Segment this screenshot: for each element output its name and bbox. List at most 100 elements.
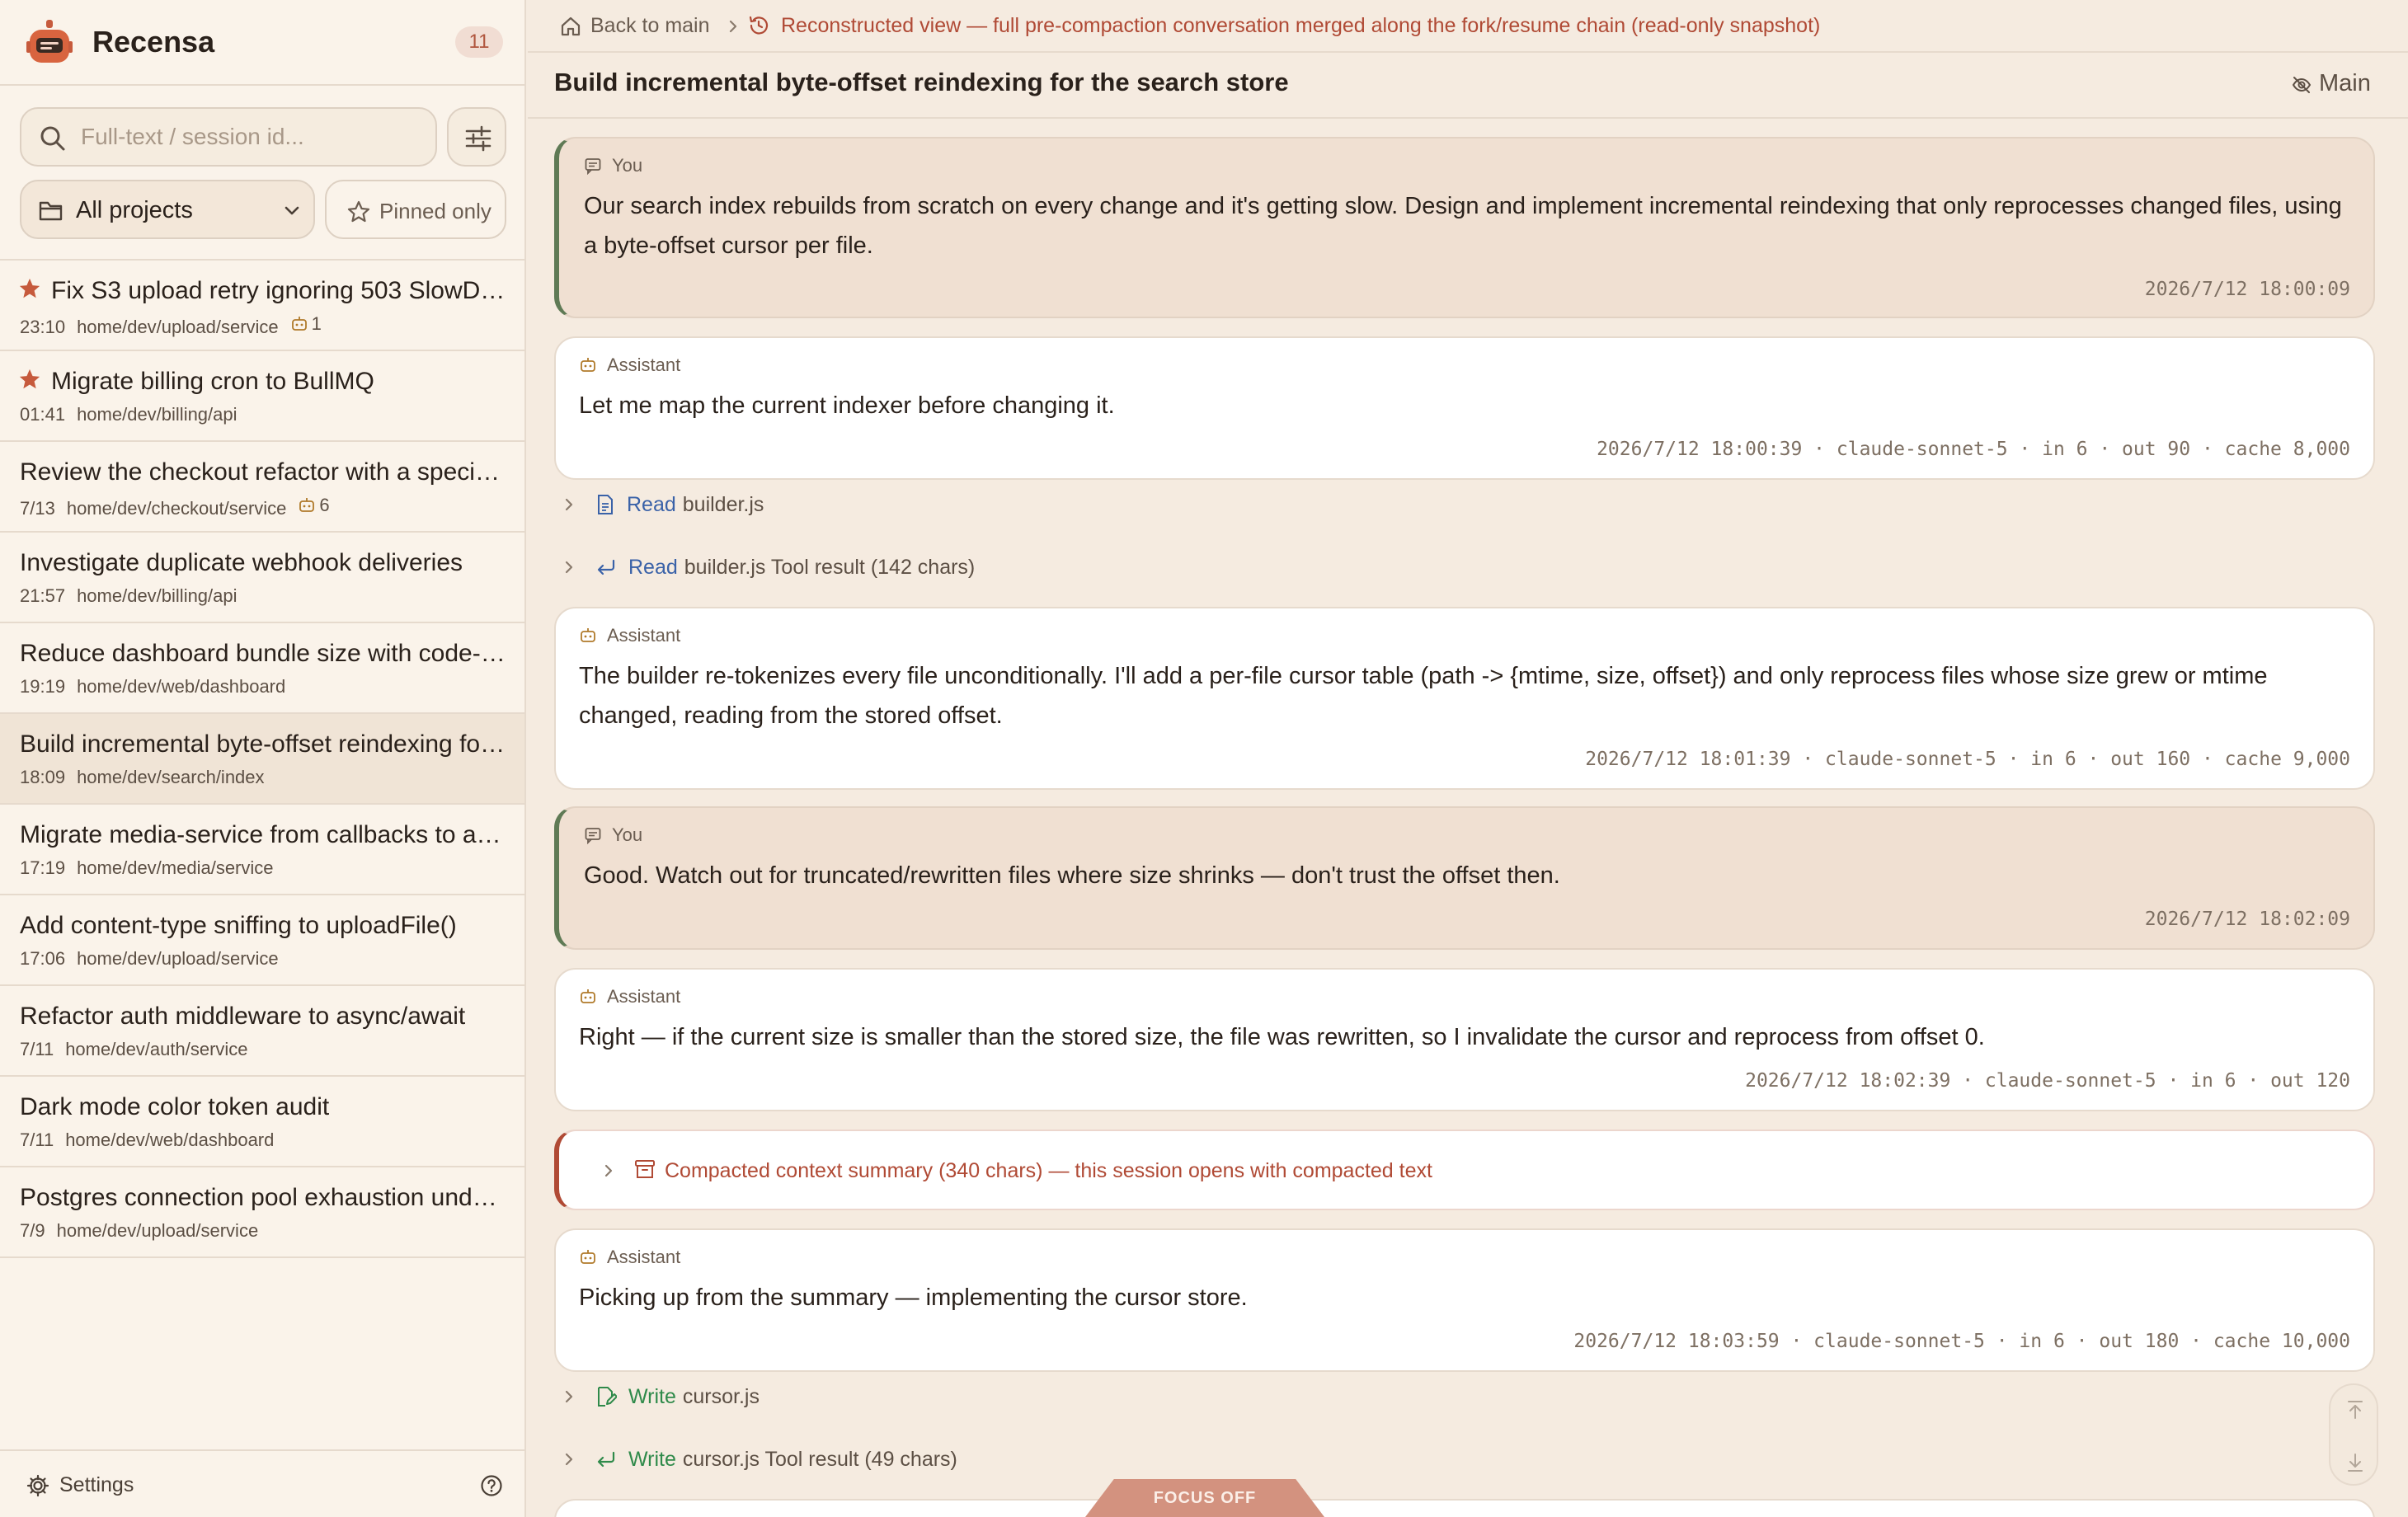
tool-target: cursor.js	[682, 1384, 760, 1408]
session-title: Migrate media-service from callbacks to …	[20, 821, 506, 848]
session-path: home/dev/upload/service	[56, 1220, 259, 1241]
message-meta: 2026/7/12 18:00:09	[2144, 279, 2350, 300]
chevron-right-icon	[604, 1164, 613, 1177]
assistant-message: Assistant Right — if the current size is…	[554, 968, 2375, 1111]
session-time: 7/11	[20, 1130, 54, 1150]
session-list-item[interactable]: Build incremental byte-offset reindexing…	[0, 714, 524, 805]
session-meta: 7/9 home/dev/upload/service	[20, 1220, 258, 1242]
session-meta: 21:57 home/dev/billing/api	[20, 585, 238, 607]
session-list-item[interactable]: Migrate billing cron to BullMQ 01:41 home/…	[0, 351, 524, 442]
message-text: Right — if the current size is smaller t…	[579, 1024, 1985, 1050]
back-to-main-link[interactable]: Back to main	[590, 14, 710, 38]
session-title: Postgres connection pool exhaustion unde…	[20, 1184, 506, 1211]
tool-verb: Write	[628, 1384, 676, 1408]
archive-icon	[635, 1160, 655, 1178]
session-meta: 19:19 home/dev/web/dashboard	[20, 676, 285, 697]
role-label: You	[612, 155, 643, 176]
session-title: Investigate duplicate webhook deliveries	[20, 549, 463, 576]
user-message: You Our search index rebuilds from scrat…	[554, 137, 2375, 318]
help-icon[interactable]	[480, 1474, 503, 1497]
tool-target: builder.js	[682, 492, 764, 516]
tool-verb: Write	[628, 1447, 676, 1471]
chevron-down-icon	[285, 206, 299, 215]
tool-target: cursor.js Tool result (49 chars)	[682, 1447, 957, 1471]
session-path: home/dev/upload/service	[77, 317, 279, 337]
session-list-item[interactable]: Dark mode color token audit 7/11 home/dev/…	[0, 1077, 524, 1167]
session-path: home/dev/auth/service	[65, 1039, 248, 1059]
session-title: Fix S3 upload retry ignoring 503 SlowDow…	[51, 277, 506, 304]
session-list-item[interactable]: Refactor auth middleware to async/await 7…	[0, 986, 524, 1077]
scroll-to-bottom-icon[interactable]	[2344, 1451, 2367, 1474]
message-icon	[585, 158, 601, 175]
search-input[interactable]	[81, 119, 427, 155]
assistant-message: Assistant Picking up from the summary — …	[554, 1228, 2375, 1372]
session-time: 7/9	[20, 1220, 45, 1241]
tool-result-row[interactable]: Read builder.js Tool result (142 chars)	[561, 547, 975, 587]
project-select-value: All projects	[76, 197, 193, 223]
subagent-count: 1	[290, 313, 322, 335]
bot-icon	[299, 498, 315, 512]
search-icon	[40, 126, 65, 151]
chevron-right-icon	[565, 1453, 573, 1466]
tool-call-row[interactable]: Read builder.js	[561, 485, 764, 524]
settings-link[interactable]: Settings	[59, 1473, 134, 1497]
session-title: Refactor auth middleware to async/await	[20, 1003, 466, 1030]
session-meta: 17:06 home/dev/upload/service	[20, 948, 279, 970]
scroll-controls	[2329, 1383, 2378, 1486]
session-meta: 7/13 home/dev/checkout/service 6	[20, 495, 330, 519]
session-meta: 18:09 home/dev/search/index	[20, 767, 265, 788]
session-list-item[interactable]: Migrate media-service from callbacks to …	[0, 805, 524, 895]
session-time: 17:19	[20, 857, 66, 878]
message-meta: 2026/7/12 18:02:39 · claude-sonnet-5 · i…	[1745, 1070, 2350, 1092]
return-arrow-icon	[597, 1451, 615, 1468]
robot-logo-icon	[26, 20, 73, 63]
pinned-only-toggle[interactable]: Pinned only	[325, 180, 506, 239]
search-field[interactable]	[20, 107, 437, 167]
session-list-item[interactable]: Fix S3 upload retry ignoring 503 SlowDow…	[0, 261, 524, 351]
chevron-right-icon	[565, 1390, 573, 1403]
page-title: Build incremental byte-offset reindexing…	[554, 68, 1289, 96]
brand-header: Recensa 11	[0, 0, 526, 86]
conversation-header: Build incremental byte-offset reindexing…	[528, 53, 2408, 119]
branch-label[interactable]: Main	[2319, 70, 2371, 97]
compacted-summary-row[interactable]: Compacted context summary (340 chars) — …	[554, 1130, 2375, 1210]
session-title: Review the checkout refactor with a spec…	[20, 458, 506, 486]
bot-icon	[291, 317, 307, 331]
session-path: home/dev/search/index	[77, 767, 265, 787]
session-list-item[interactable]: Postgres connection pool exhaustion unde…	[0, 1167, 524, 1258]
star-filled-icon	[19, 278, 40, 298]
session-title: Build incremental byte-offset reindexing…	[20, 730, 506, 758]
message-text: Good. Watch out for truncated/rewritten …	[584, 862, 1560, 889]
eye-off-icon	[2292, 77, 2312, 93]
subagent-count: 6	[298, 495, 330, 516]
session-count-badge: 11	[455, 26, 503, 58]
pinned-only-label: Pinned only	[379, 199, 491, 223]
app-name: Recensa	[92, 25, 215, 59]
bot-icon	[581, 1250, 595, 1264]
subagent-count-value: 1	[311, 313, 322, 334]
project-select[interactable]: All projects	[20, 180, 315, 239]
filter-settings-button[interactable]	[447, 107, 506, 167]
scroll-to-top-icon[interactable]	[2344, 1398, 2367, 1421]
session-path: home/dev/billing/api	[77, 585, 238, 606]
tool-call-row[interactable]: Write cursor.js	[561, 1377, 760, 1416]
tool-target: builder.js Tool result (142 chars)	[684, 555, 976, 579]
chevron-right-icon	[729, 20, 737, 33]
gear-icon	[26, 1474, 49, 1497]
user-message: You Good. Watch out for truncated/rewrit…	[554, 806, 2375, 950]
breadcrumb: Back to main Reconstructed view — full p…	[528, 0, 2408, 53]
session-title: Add content-type sniffing to uploadFile(…	[20, 912, 457, 939]
session-list-item[interactable]: Add content-type sniffing to uploadFile(…	[0, 895, 524, 986]
session-meta: 17:19 home/dev/media/service	[20, 857, 274, 879]
focus-mode-toggle[interactable]: FOCUS OFF	[1085, 1479, 1324, 1517]
tool-result-row[interactable]: Write cursor.js Tool result (49 chars)	[561, 1440, 957, 1479]
session-list-item[interactable]: Investigate duplicate webhook deliveries…	[0, 533, 524, 623]
session-list-item[interactable]: Reduce dashboard bundle size with code-s…	[0, 623, 524, 714]
session-time: 7/13	[20, 498, 55, 519]
session-time: 01:41	[20, 404, 66, 425]
message-role: Assistant	[579, 625, 680, 646]
session-list-item[interactable]: Review the checkout refactor with a spec…	[0, 442, 524, 533]
file-edit-icon	[598, 1387, 617, 1407]
message-meta: 2026/7/12 18:03:59 · claude-sonnet-5 · i…	[1573, 1331, 2350, 1352]
sidebar-footer: Settings	[0, 1449, 524, 1517]
